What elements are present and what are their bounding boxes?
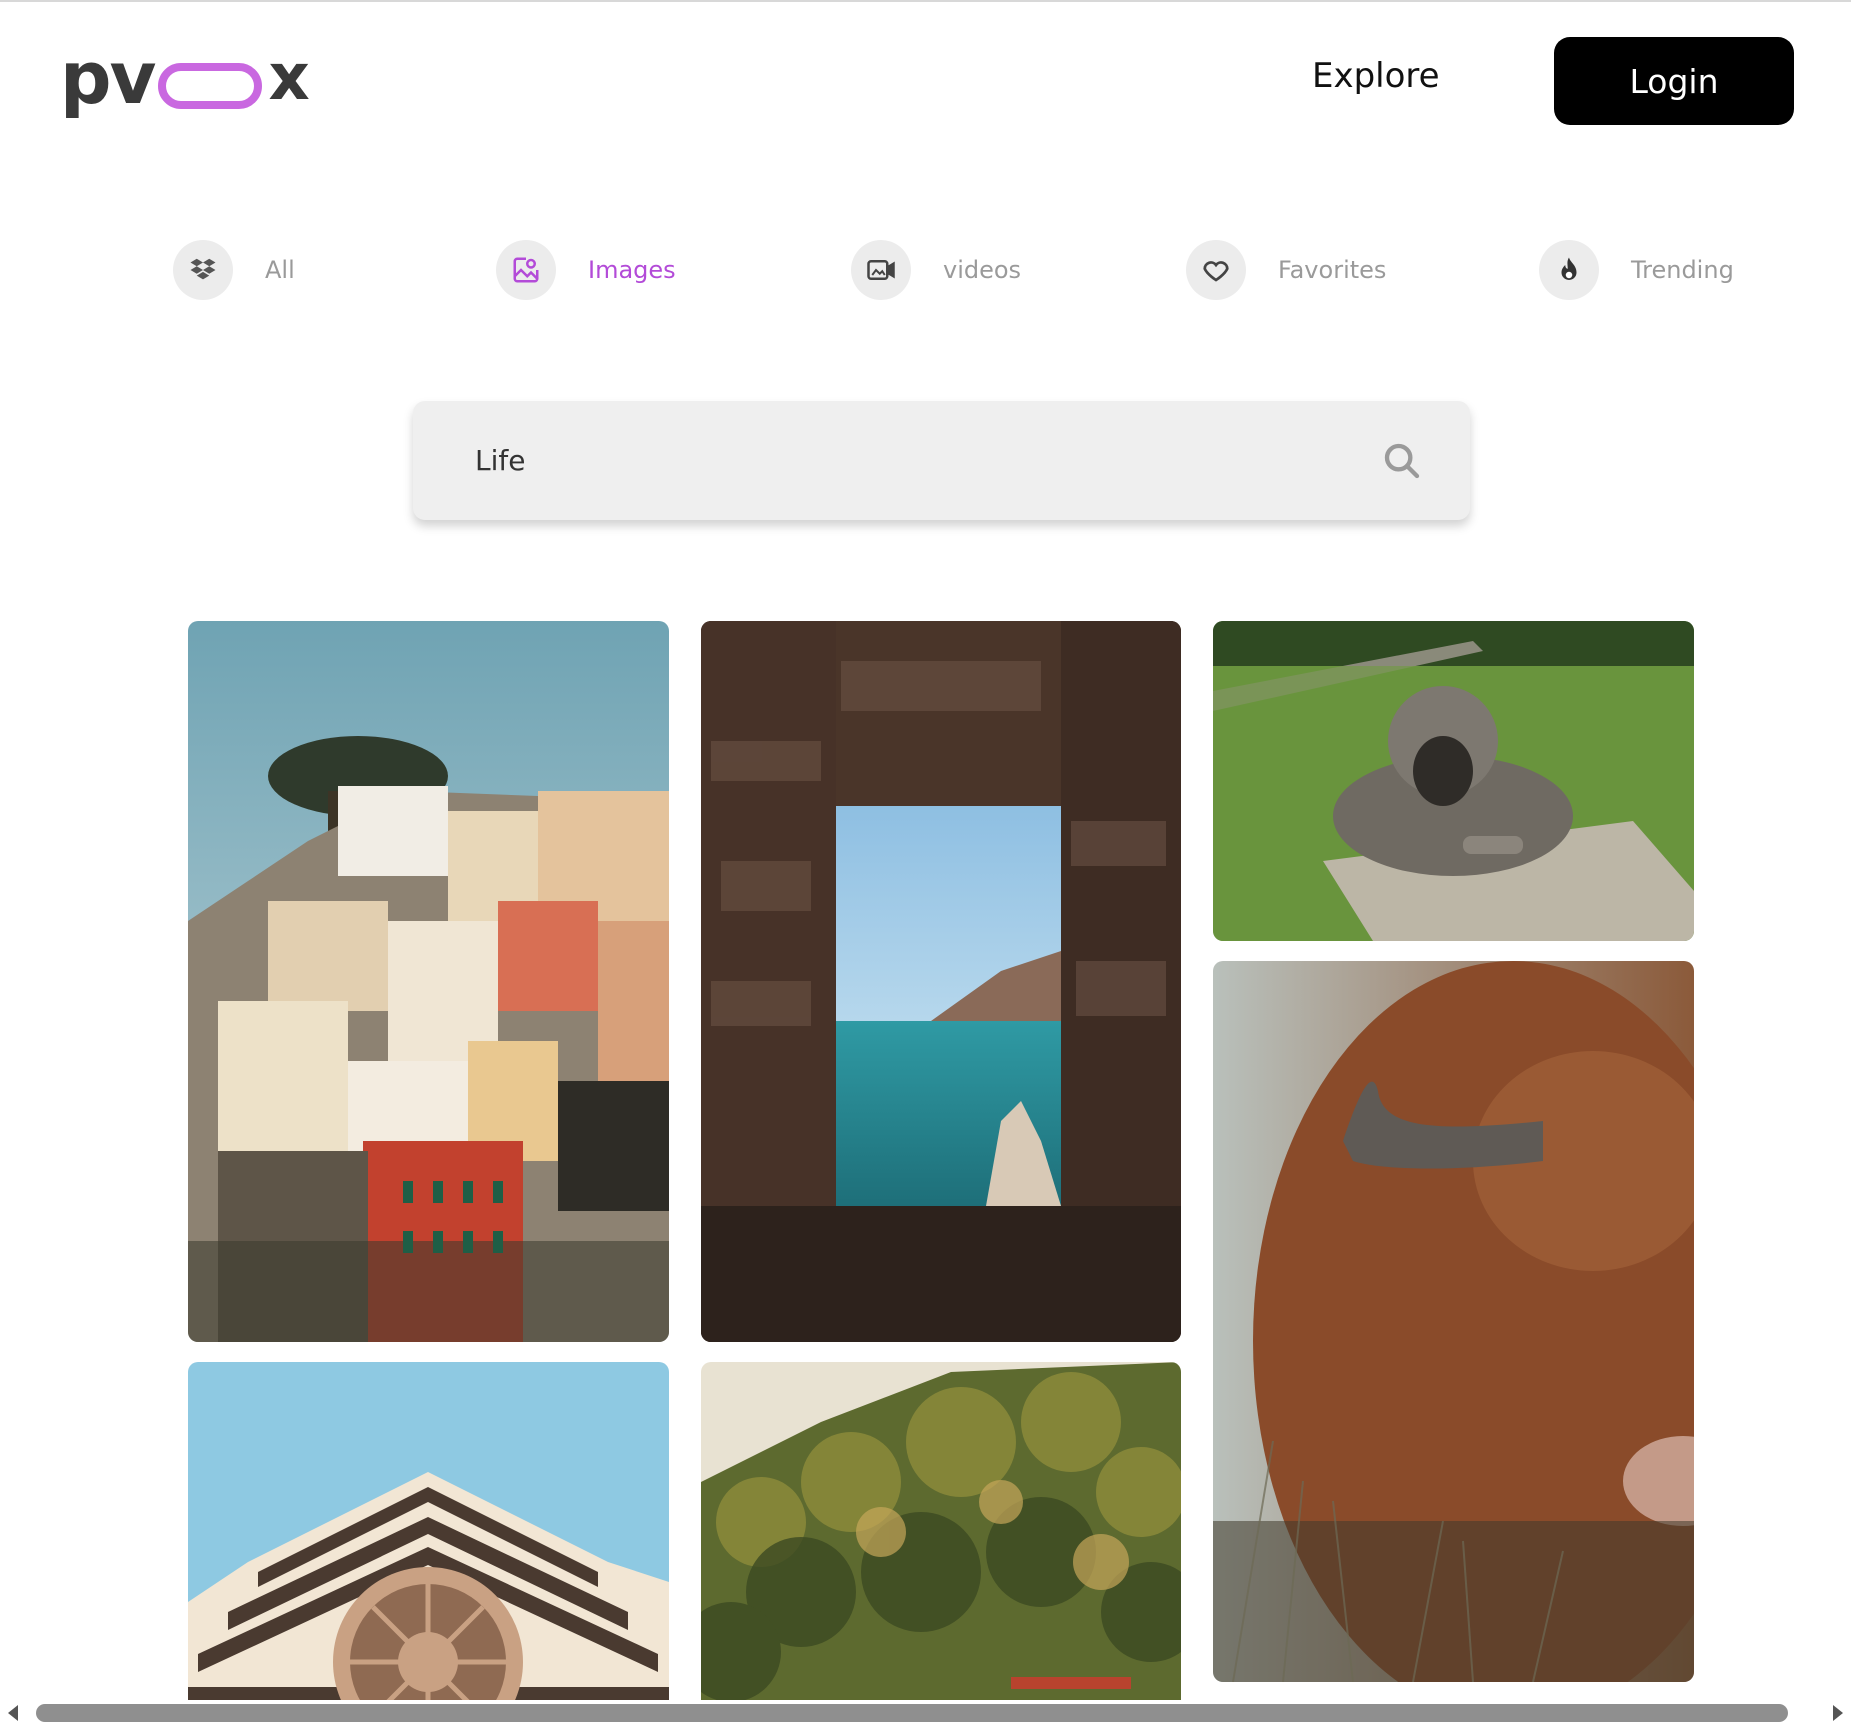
tab-videos-label: videos bbox=[943, 256, 1022, 284]
logo-prefix: pv bbox=[60, 36, 156, 120]
logo-ring-icon bbox=[158, 63, 263, 109]
tab-images[interactable]: Images bbox=[496, 240, 676, 300]
horizontal-scrollbar[interactable] bbox=[0, 1700, 1851, 1726]
login-button[interactable]: Login bbox=[1554, 37, 1794, 125]
photo-card-church[interactable] bbox=[188, 1362, 669, 1702]
search-icon[interactable] bbox=[1382, 441, 1422, 485]
tab-favorites-label: Favorites bbox=[1278, 256, 1387, 284]
image-icon bbox=[496, 240, 556, 300]
video-icon bbox=[851, 240, 911, 300]
tab-images-label: Images bbox=[588, 256, 676, 284]
heart-icon bbox=[1186, 240, 1246, 300]
logo[interactable]: pv x bbox=[60, 36, 310, 120]
tab-trending-label: Trending bbox=[1631, 256, 1734, 284]
dropbox-icon bbox=[173, 240, 233, 300]
photo-card-stone-window[interactable] bbox=[701, 621, 1181, 1342]
scroll-right-arrow-icon[interactable] bbox=[1833, 1705, 1843, 1721]
scrollbar-thumb[interactable] bbox=[36, 1704, 1788, 1722]
logo-suffix: x bbox=[268, 41, 309, 115]
fire-icon bbox=[1539, 240, 1599, 300]
search-input[interactable] bbox=[475, 430, 1335, 491]
photo-card-highland-cow[interactable] bbox=[1213, 961, 1694, 1682]
top-border bbox=[0, 0, 1851, 2]
scroll-left-arrow-icon[interactable] bbox=[8, 1705, 18, 1721]
tab-favorites[interactable]: Favorites bbox=[1186, 240, 1386, 300]
tab-trending[interactable]: Trending bbox=[1539, 240, 1734, 300]
photo-card-dog[interactable] bbox=[1213, 621, 1694, 941]
search-bar bbox=[413, 401, 1470, 520]
photo-card-forest[interactable] bbox=[701, 1362, 1181, 1702]
tab-videos[interactable]: videos bbox=[851, 240, 1021, 300]
tab-all-label: All bbox=[265, 256, 295, 284]
tab-all[interactable]: All bbox=[173, 240, 295, 300]
explore-link[interactable]: Explore bbox=[1312, 56, 1440, 96]
photo-card-village[interactable] bbox=[188, 621, 669, 1342]
